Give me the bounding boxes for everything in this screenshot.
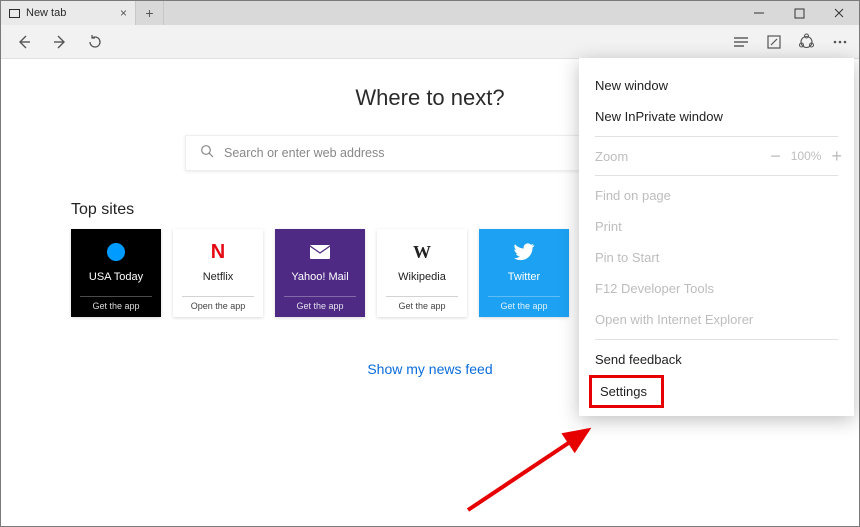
menu-separator	[595, 339, 838, 340]
toolbar	[1, 25, 859, 59]
window-controls	[739, 1, 859, 25]
menu-new-inprivate[interactable]: New InPrivate window	[579, 101, 854, 132]
tile-twitter[interactable]: Twitter Get the app	[479, 229, 569, 317]
arrow-right-icon	[51, 33, 69, 51]
maximize-button[interactable]	[779, 1, 819, 25]
tile-label: Netflix	[203, 271, 234, 283]
menu-devtools[interactable]: F12 Developer Tools	[579, 273, 854, 304]
note-icon	[766, 34, 782, 50]
more-icon	[831, 34, 849, 50]
mail-icon	[309, 239, 331, 265]
tile-yahoo-mail[interactable]: Yahoo! Mail Get the app	[275, 229, 365, 317]
more-menu: New window New InPrivate window Zoom − 1…	[579, 58, 854, 416]
twitter-icon	[513, 239, 535, 265]
arrow-left-icon	[15, 33, 33, 51]
tile-label: Yahoo! Mail	[291, 271, 348, 283]
tile-sub: Get the app	[80, 296, 152, 311]
netflix-icon: N	[211, 239, 225, 265]
tile-sub: Open the app	[182, 296, 254, 311]
menu-print[interactable]: Print	[579, 211, 854, 242]
tile-sub: Get the app	[284, 296, 356, 311]
refresh-button[interactable]	[87, 34, 103, 50]
close-window-icon	[833, 7, 845, 19]
zoom-out-button[interactable]: −	[770, 147, 781, 165]
tile-label: USA Today	[89, 271, 143, 283]
tile-label: Wikipedia	[398, 271, 446, 283]
tile-wikipedia[interactable]: W Wikipedia Get the app	[377, 229, 467, 317]
zoom-in-button[interactable]: +	[831, 147, 842, 165]
share-button[interactable]	[798, 33, 815, 50]
menu-separator	[595, 136, 838, 137]
browser-tab[interactable]: New tab ×	[1, 1, 136, 25]
tile-usa-today[interactable]: USA Today Get the app	[71, 229, 161, 317]
wikipedia-icon: W	[413, 239, 431, 265]
tile-sub: Get the app	[488, 296, 560, 311]
new-tab-button[interactable]: +	[136, 1, 164, 25]
forward-button[interactable]	[51, 33, 69, 51]
minimize-icon	[753, 7, 765, 19]
back-button[interactable]	[15, 33, 33, 51]
title-strip: New tab × +	[1, 1, 859, 25]
web-note-button[interactable]	[766, 34, 782, 50]
reading-list-icon	[732, 35, 750, 49]
zoom-value: 100%	[791, 149, 822, 163]
share-icon	[798, 33, 815, 50]
tile-netflix[interactable]: N Netflix Open the app	[173, 229, 263, 317]
maximize-icon	[794, 8, 805, 19]
page-icon	[9, 9, 20, 18]
browser-window: New tab × +	[0, 0, 860, 527]
reading-view-button[interactable]	[732, 35, 750, 49]
close-icon[interactable]: ×	[120, 6, 127, 20]
menu-separator	[595, 175, 838, 176]
menu-feedback[interactable]: Send feedback	[579, 344, 854, 375]
close-window-button[interactable]	[819, 1, 859, 25]
menu-open-ie[interactable]: Open with Internet Explorer	[579, 304, 854, 335]
menu-zoom-row: Zoom − 100% +	[579, 141, 854, 171]
tile-sub: Get the app	[386, 296, 458, 311]
menu-find[interactable]: Find on page	[579, 180, 854, 211]
menu-settings[interactable]: Settings	[596, 382, 651, 401]
tab-title: New tab	[26, 7, 66, 19]
minimize-button[interactable]	[739, 1, 779, 25]
more-button[interactable]	[831, 34, 849, 50]
tile-label: Twitter	[508, 271, 540, 283]
menu-new-window[interactable]: New window	[579, 70, 854, 101]
refresh-icon	[87, 34, 103, 50]
zoom-label: Zoom	[595, 149, 770, 164]
menu-pin[interactable]: Pin to Start	[579, 242, 854, 273]
annotation-highlight-box: Settings	[589, 375, 664, 408]
search-icon	[200, 144, 214, 163]
usa-today-icon	[105, 239, 127, 265]
